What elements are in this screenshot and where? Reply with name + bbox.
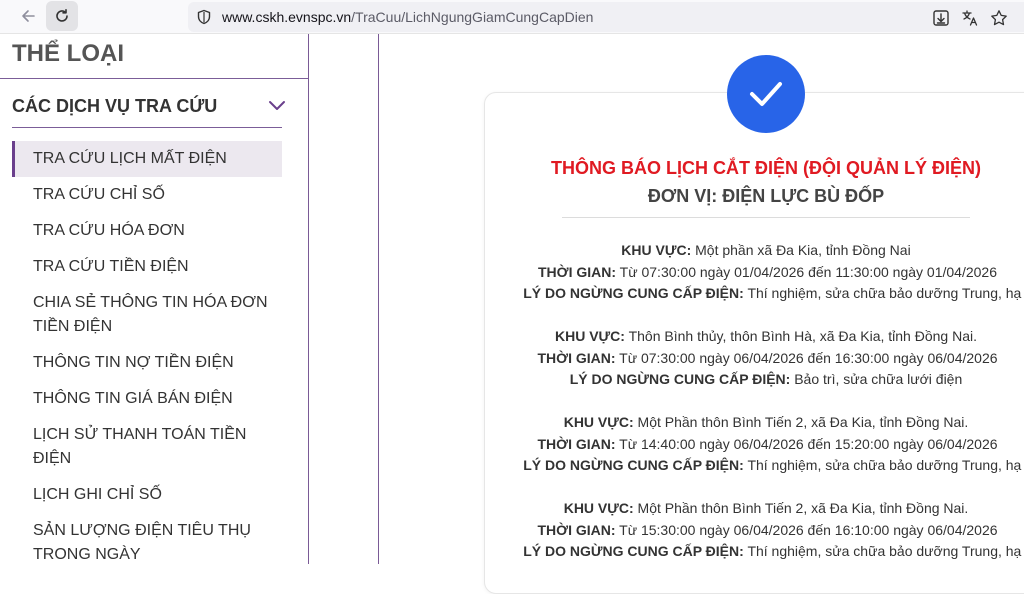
chevron-down-icon[interactable]: [268, 99, 286, 113]
sidebar-item-tien-dien[interactable]: TRA CỨU TIỀN ĐIỆN: [12, 255, 282, 279]
sidebar-item-gia-ban-dien[interactable]: THÔNG TIN GIÁ BÁN ĐIỆN: [12, 387, 282, 411]
outage-entry: KHU VỰC: Một Phần thôn Bình Tiến 2, xã Đ…: [484, 498, 1024, 563]
time-value: Từ 07:30:00 ngày 01/04/2026 đến 11:30:00…: [619, 263, 997, 280]
sidebar-item-chia-se-hoa-don[interactable]: CHIA SẺ THÔNG TIN HÓA ĐƠN TIỀN ĐIỆN: [12, 291, 274, 339]
time-value: Từ 07:30:00 ngày 06/04/2026 đến 16:30:00…: [619, 349, 998, 366]
reason-value: Thí nghiệm, sửa chữa bảo dưỡng Trung, hạ…: [747, 457, 1024, 473]
time-label: THỜI GIAN:: [537, 435, 616, 452]
sidebar-item-hoa-don[interactable]: TRA CỨU HÓA ĐƠN: [12, 219, 282, 243]
browser-toolbar: www.cskh.evnspc.vn/TraCuu/LichNgungGiamC…: [0, 0, 1024, 34]
sidebar-item-no-tien-dien[interactable]: THÔNG TIN NỢ TIỀN ĐIỆN: [12, 351, 282, 375]
back-button[interactable]: [12, 0, 44, 32]
group-divider: [12, 127, 282, 128]
reason-value: Bảo trì, sửa chữa lưới điện: [794, 371, 963, 387]
address-bar[interactable]: www.cskh.evnspc.vn/TraCuu/LichNgungGiamC…: [188, 2, 1024, 32]
area-value: Thôn Bình thủy, thôn Bình Hà, xã Đa Kia,…: [628, 328, 977, 344]
area-value: Một phần xã Đa Kia, tỉnh Đồng Nai: [695, 242, 911, 258]
sidebar-item-lich-su-thanh-toan[interactable]: LỊCH SỬ THANH TOÁN TIỀN ĐIỆN: [12, 423, 262, 471]
area-value: Một Phần thôn Bình Tiến 2, xã Đa Kia, tỉ…: [637, 414, 969, 430]
area-label: KHU VỰC:: [621, 242, 692, 258]
time-value: Từ 15:30:00 ngày 06/04/2026 đến 16:10:00…: [619, 521, 998, 538]
reason-value: Thí nghiệm, sửa chữa bảo dưỡng Trung, hạ…: [747, 543, 1024, 559]
category-divider: [0, 78, 308, 79]
area-label: KHU VỰC:: [555, 328, 625, 344]
services-group-title[interactable]: CÁC DỊCH VỤ TRA CỨU: [12, 96, 217, 117]
sidebar-border: [308, 34, 309, 564]
reload-button[interactable]: [46, 1, 78, 31]
reason-label: LÝ DO NGỪNG CUNG CẤP ĐIỆN:: [569, 371, 791, 387]
card-divider: [562, 217, 970, 218]
area-label: KHU VỰC:: [563, 414, 634, 430]
outage-entry: KHU VỰC: Một Phần thôn Bình Tiến 2, xã Đ…: [484, 412, 1024, 477]
area-value: Một Phần thôn Bình Tiến 2, xã Đa Kia, tỉ…: [637, 500, 969, 516]
shield-icon[interactable]: [196, 9, 212, 25]
star-icon[interactable]: [990, 9, 1008, 27]
translate-icon[interactable]: [961, 9, 979, 27]
url-host: www.cskh.evnspc.vn: [222, 9, 352, 25]
back-icon: [22, 10, 35, 22]
time-value: Từ 14:40:00 ngày 06/04/2026 đến 15:20:00…: [619, 435, 998, 452]
url-text[interactable]: www.cskh.evnspc.vn/TraCuu/LichNgungGiamC…: [222, 9, 593, 25]
checkmark-icon: [750, 82, 782, 106]
sidebar-item-chi-so[interactable]: TRA CỨU CHỈ SỐ: [12, 183, 282, 207]
download-icon[interactable]: [932, 9, 950, 27]
reload-icon: [56, 9, 68, 22]
sidebar-item-lich-mat-dien[interactable]: TRA CỨU LỊCH MẤT ĐIỆN: [12, 141, 282, 177]
outage-entry: KHU VỰC: Một phần xã Đa Kia, tỉnh Đồng N…: [484, 240, 1024, 305]
notice-unit: ĐƠN VỊ: ĐIỆN LỰC BÙ ĐỐP: [647, 186, 885, 206]
time-label: THỜI GIAN:: [537, 349, 616, 366]
sidebar-item-san-luong[interactable]: SẢN LƯỢNG ĐIỆN TIÊU THỤ TRONG NGÀY: [12, 519, 274, 567]
category-title: THỂ LOẠI: [12, 40, 124, 67]
area-label: KHU VỰC:: [563, 500, 634, 516]
reason-label: LÝ DO NGỪNG CUNG CẤP ĐIỆN:: [523, 543, 744, 559]
sidebar-item-lich-ghi-chi-so[interactable]: LỊCH GHI CHỈ SỐ: [12, 483, 282, 507]
outage-entry: KHU VỰC: Thôn Bình thủy, thôn Bình Hà, x…: [484, 326, 1024, 391]
success-badge: [727, 55, 805, 133]
time-label: THỜI GIAN:: [537, 521, 616, 538]
content-divider: [378, 34, 379, 564]
reason-label: LÝ DO NGỪNG CUNG CẤP ĐIỆN:: [523, 285, 744, 301]
reason-value: Thí nghiệm, sửa chữa bảo dưỡng Trung, hạ…: [747, 285, 1024, 301]
time-label: THỜI GIAN:: [537, 263, 617, 280]
notice-title: THÔNG BÁO LỊCH CẮT ĐIỆN (ĐỘI QUẢN LÝ ĐIỆ…: [551, 158, 981, 178]
url-path: /TraCuu/LichNgungGiamCungCapDien: [351, 9, 594, 25]
reason-label: LÝ DO NGỪNG CUNG CẤP ĐIỆN:: [523, 457, 744, 473]
